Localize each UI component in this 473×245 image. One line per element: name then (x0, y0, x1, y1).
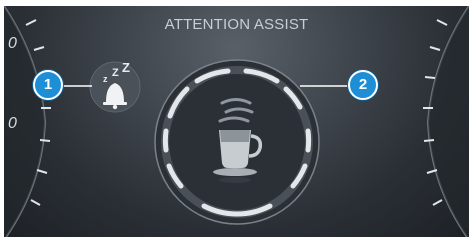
zzz-letter: Z (122, 60, 130, 75)
instrument-display: 0 0 ATTENTION ASSIST z Z Z 1 2 (0, 0, 473, 245)
callout-marker-1: 1 (33, 70, 63, 100)
display-graphics: 0 0 (3, 5, 470, 238)
right-gauge (423, 5, 470, 238)
screen-title: ATTENTION ASSIST (164, 16, 309, 33)
zzz-letter: Z (112, 67, 119, 79)
frame-border (0, 237, 473, 245)
frame-border (0, 0, 4, 245)
zzz-letter: z (103, 74, 108, 84)
left-gauge: 0 0 (3, 5, 51, 238)
frame-border (0, 0, 473, 6)
callout-marker-2: 2 (348, 70, 378, 100)
frame-border (469, 0, 473, 245)
gauge-scale-glyph: 0 (8, 35, 17, 52)
gauge-scale-glyph: 0 (8, 115, 17, 132)
